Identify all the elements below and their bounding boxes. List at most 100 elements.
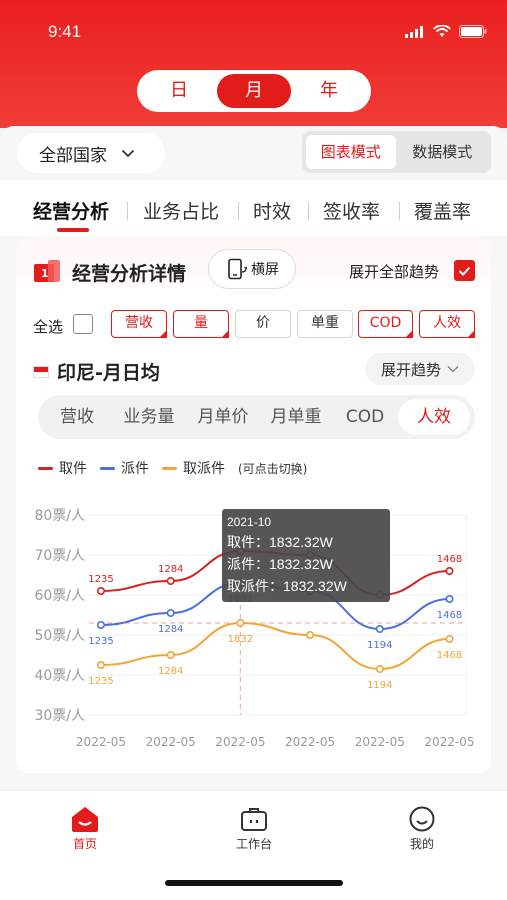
filter-chip-volume[interactable]: 量 — [173, 310, 229, 338]
data-mode-button[interactable]: 数据模式 — [398, 135, 488, 169]
y-tick-label: 80票/人 — [34, 508, 85, 524]
chart-tooltip: 2021-10 取件：1832.32W 派件：1832.32W 取派件：1832… — [222, 509, 390, 602]
analysis-card: 1 经营分析详情 横屏 展开全部趋势 全选 营收 量 价 单重 COD 人效 印… — [16, 238, 491, 773]
chevron-down-icon — [447, 365, 459, 373]
data-label: 1235 — [88, 636, 113, 647]
data-point — [236, 619, 245, 628]
battery-icon — [459, 25, 487, 38]
y-tick-label: 60票/人 — [34, 588, 85, 604]
nav-workbench-label: 工作台 — [235, 837, 272, 851]
data-point — [97, 661, 106, 670]
filter-chip-unit-weight[interactable]: 单重 — [297, 310, 353, 338]
select-all-checkbox[interactable] — [73, 314, 93, 334]
metric-tab-cod[interactable]: COD — [334, 395, 396, 439]
rotate-phone-icon — [228, 258, 247, 280]
tab-timeliness[interactable]: 时效 — [253, 197, 291, 224]
tab-business-share[interactable]: 业务占比 — [143, 197, 219, 224]
legend-item-pickup-delivery[interactable]: 取派件 — [162, 458, 225, 478]
y-tick-label: 40票/人 — [34, 668, 85, 684]
legend-label-pickup: 取件 — [59, 461, 87, 477]
tab-divider — [238, 202, 239, 220]
expand-trend-button[interactable]: 展开趋势 — [365, 353, 475, 385]
tooltip-label: 派件： — [227, 556, 269, 572]
landscape-button[interactable]: 横屏 — [208, 249, 296, 289]
chevron-down-icon — [121, 149, 135, 157]
filter-chip-revenue[interactable]: 营收 — [111, 310, 167, 338]
y-tick-label: 50票/人 — [34, 628, 85, 644]
data-label: 1468 — [437, 650, 462, 661]
y-tick-label: 70票/人 — [34, 548, 85, 564]
data-label: 1235 — [88, 676, 113, 687]
tab-business-analysis[interactable]: 经营分析 — [33, 197, 109, 224]
data-point — [97, 587, 106, 596]
legend-label-pickup-delivery: 取派件 — [183, 461, 225, 477]
x-tick-label: 2022-05 — [355, 735, 405, 749]
data-point — [166, 577, 175, 586]
filter-chip-price[interactable]: 价 — [235, 310, 291, 338]
filter-chip-efficiency[interactable]: 人效 — [419, 310, 475, 338]
data-point — [375, 665, 384, 674]
nav-home-label: 首页 — [72, 837, 97, 851]
data-label: 1194 — [367, 680, 392, 691]
briefcase-icon — [241, 808, 267, 831]
data-label: 1284 — [158, 564, 183, 575]
expand-all-checkbox[interactable] — [454, 260, 475, 281]
tooltip-row-pickup-delivery: 取派件：1832.32W — [227, 575, 385, 597]
legend-item-delivery[interactable]: 派件 — [100, 458, 149, 478]
tab-sign-rate[interactable]: 签收率 — [323, 197, 380, 224]
chart-mode-button[interactable]: 图表模式 — [306, 135, 396, 169]
metric-tab-monthly-price[interactable]: 月单价 — [188, 395, 258, 439]
legend-swatch — [100, 466, 115, 470]
metric-tab-efficiency[interactable]: 人效 — [398, 399, 470, 435]
filter-chip-cod[interactable]: COD — [358, 310, 413, 338]
legend-note: (可点击切换) — [238, 461, 308, 476]
data-point — [445, 595, 454, 604]
metric-tab-revenue[interactable]: 营收 — [46, 395, 108, 439]
status-icons — [405, 25, 487, 38]
period-day[interactable]: 日 — [142, 74, 216, 108]
data-point — [306, 631, 315, 640]
metric-tab-volume[interactable]: 业务量 — [114, 395, 184, 439]
data-label: 1284 — [158, 666, 183, 677]
header: 9:41 日 月 年 — [0, 0, 507, 128]
data-label: 1468 — [437, 554, 462, 565]
indonesia-flag-icon — [33, 365, 49, 378]
legend-item-pickup[interactable]: 取件 — [38, 458, 87, 478]
tab-divider — [399, 202, 400, 220]
smile-user-icon — [409, 806, 435, 832]
nav-mine[interactable]: 我的 — [382, 803, 462, 852]
view-mode-toggle: 图表模式 数据模式 — [302, 131, 491, 173]
landscape-label: 横屏 — [251, 262, 279, 278]
country-select[interactable]: 全部国家 — [17, 133, 165, 173]
country-select-value: 全部国家 — [39, 145, 107, 166]
nav-workbench[interactable]: 工作台 — [214, 803, 294, 852]
data-label: 1832 — [228, 634, 253, 645]
period-year[interactable]: 年 — [292, 74, 366, 108]
check-icon — [458, 266, 471, 276]
signal-icon — [405, 25, 423, 38]
home-icon — [72, 807, 98, 832]
legend-swatch — [38, 466, 53, 470]
data-point — [375, 625, 384, 634]
x-tick-label: 2022-05 — [215, 735, 265, 749]
region-header: 印尼-月日均 — [33, 358, 160, 385]
active-tab-indicator — [57, 228, 89, 232]
legend-swatch — [162, 466, 177, 470]
card-title: 经营分析详情 — [72, 263, 187, 285]
metric-tab-monthly-weight[interactable]: 月单重 — [260, 395, 332, 439]
select-all-label: 全选 — [33, 318, 64, 336]
data-point — [166, 651, 175, 660]
data-label: 1284 — [158, 624, 183, 635]
expand-all-label: 展开全部趋势 — [349, 263, 440, 281]
period-month[interactable]: 月 — [217, 74, 291, 108]
nav-mine-label: 我的 — [409, 837, 434, 851]
tab-divider — [127, 202, 128, 220]
metric-tabs: 营收 业务量 月单价 月单重 COD 人效 — [38, 395, 475, 439]
x-tick-label: 2022-05 — [285, 735, 335, 749]
home-indicator — [165, 880, 343, 886]
tab-coverage-rate[interactable]: 覆盖率 — [414, 197, 471, 224]
tooltip-row-pickup: 取件：1832.32W — [227, 531, 385, 553]
nav-home[interactable]: 首页 — [45, 803, 125, 852]
data-point — [97, 621, 106, 630]
tooltip-label: 取件： — [227, 534, 269, 550]
